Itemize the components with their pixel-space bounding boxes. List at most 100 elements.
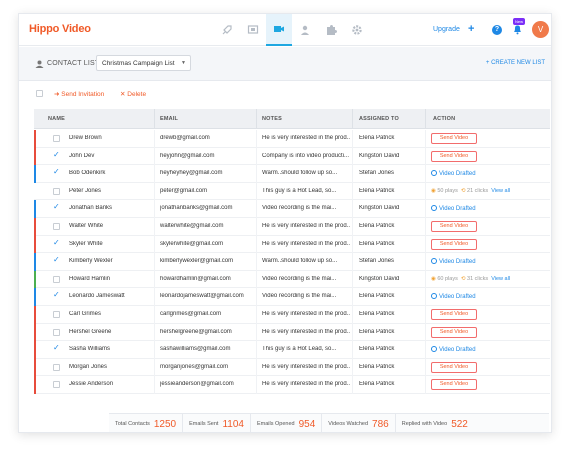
row-status-bar — [34, 147, 36, 166]
add-button[interactable]: + — [468, 23, 474, 35]
send-video-button[interactable]: Send Video — [431, 309, 477, 320]
list-header: CONTACT LIST Christmas Campaign List ▼ +… — [19, 47, 551, 81]
row-checkbox[interactable] — [53, 187, 60, 195]
contact-name: Jonathan Banks — [69, 205, 113, 212]
row-checkbox[interactable] — [53, 363, 60, 371]
bell-icon[interactable] — [513, 24, 522, 35]
table-row[interactable]: ✓ Jonathan Banks jonathanbanks@gmail.com Vi… — [34, 200, 550, 218]
row-checkbox[interactable] — [53, 311, 60, 318]
contact-notes[interactable]: Video recording is the mai... — [262, 276, 350, 282]
nav-screen[interactable] — [240, 14, 266, 46]
checkmark-icon[interactable]: ✓ — [53, 238, 60, 247]
contact-notes[interactable]: He is very interested in the prod... — [262, 311, 350, 317]
table-row[interactable]: ✓ Sasha Williams sashawilliams@gmail.com Th… — [34, 341, 550, 359]
table-row[interactable]: Drew Brown drewb@gmail.com He is very inte… — [34, 130, 550, 148]
cell-divider — [256, 165, 257, 183]
video-drafted-status[interactable]: Video Drafted — [431, 346, 476, 353]
table-row[interactable]: Morgan Jones morganjones@gmail.com He is v… — [34, 358, 550, 377]
column-header-assigned[interactable]: ASSIGNED TO — [359, 116, 399, 122]
contact-notes[interactable]: He is very interested in the prod... — [262, 223, 350, 229]
send-video-button[interactable]: Send Video — [431, 379, 477, 391]
row-checkbox[interactable] — [53, 223, 60, 230]
cell-divider — [256, 182, 257, 201]
contact-notes[interactable]: Company is into video producti... — [262, 153, 350, 159]
contact-notes[interactable]: Warm..should follow up so... — [262, 258, 350, 264]
checkmark-icon[interactable]: ✓ — [53, 203, 60, 211]
contact-notes[interactable]: He is very interested in the prod... — [262, 135, 350, 141]
stat-emails-opened: Emails Opened 954 — [251, 414, 323, 432]
column-header-email[interactable]: EMAIL — [160, 116, 178, 122]
contact-notes[interactable]: Video recording is the mai... — [262, 293, 350, 299]
row-checkbox[interactable] — [53, 381, 60, 389]
send-video-button[interactable]: Send Video — [431, 361, 477, 373]
checkmark-icon[interactable]: ✓ — [53, 344, 60, 352]
click-count: 21 clicks — [467, 187, 489, 194]
checkmark-icon[interactable]: ✓ — [53, 291, 60, 299]
contact-list-select[interactable]: Christmas Campaign List ▼ — [96, 55, 191, 71]
contact-notes[interactable]: He is very interested in the prod... — [262, 364, 350, 370]
avatar[interactable]: V — [532, 21, 549, 38]
row-checkbox[interactable] — [53, 328, 60, 336]
send-invitation-button[interactable]: ➜ Send Invitation — [54, 90, 104, 98]
table-row[interactable]: Hershel Greene hershelgreene@gmail.com He … — [34, 323, 550, 342]
view-all-link[interactable]: View all — [491, 276, 510, 282]
nav-settings[interactable] — [344, 14, 370, 46]
checkmark-icon[interactable]: ✓ — [53, 256, 60, 264]
contact-notes[interactable]: He is very interested in the prod... — [262, 329, 350, 335]
play-circle-icon — [431, 258, 437, 265]
stat-value: 1250 — [153, 418, 177, 430]
cell-divider — [425, 147, 426, 166]
row-checkbox[interactable] — [53, 275, 60, 283]
contact-notes[interactable]: Warm..should follow up so... — [262, 170, 350, 176]
video-drafted-status[interactable]: Video Drafted — [431, 205, 476, 212]
table-row[interactable]: Howard Hamlin howardhamlin@gmail.com Video… — [34, 270, 550, 289]
table-row[interactable]: Walter White walterwhite@gmail.com He is v… — [34, 218, 550, 236]
cell-divider — [425, 200, 426, 218]
contact-notes[interactable]: This guy is a Hot Lead, so... — [262, 346, 350, 352]
row-checkbox[interactable] — [53, 135, 60, 142]
click-count: 31 clicks — [467, 275, 489, 282]
nav-launch[interactable] — [214, 14, 240, 46]
contact-notes[interactable]: Video recording is the mai... — [262, 205, 350, 211]
checkmark-icon[interactable]: ✓ — [53, 168, 60, 176]
assigned-to: Kingston David — [359, 205, 400, 212]
hippo-video-logo[interactable]: Hippo Video — [29, 23, 91, 35]
delete-button[interactable]: ✕ Delete — [120, 90, 146, 98]
contact-notes[interactable]: This guy is a Hot Lead, so... — [262, 188, 350, 194]
send-video-button[interactable]: Send Video — [431, 133, 477, 144]
help-icon[interactable]: ? — [492, 25, 502, 35]
nav-integrations[interactable] — [318, 14, 344, 46]
video-drafted-status[interactable]: Video Drafted — [431, 170, 476, 177]
table-row[interactable]: Peter Jones peter@gmail.com This guy is a … — [34, 182, 550, 201]
table-row[interactable]: ✓ Leonardo Jameswatt leonardojameswatt@gma… — [34, 288, 550, 306]
table-row[interactable]: ✓ John Dev heyjohn@gmail.com Company is int… — [34, 147, 550, 166]
column-header-notes[interactable]: NOTES — [262, 116, 282, 122]
send-video-button[interactable]: Send Video — [431, 150, 477, 162]
send-video-button[interactable]: Send Video — [431, 221, 477, 232]
nav-video[interactable] — [266, 14, 292, 46]
table-row[interactable]: ✓ Skyler White skylerwhite@gmail.com He is … — [34, 235, 550, 254]
select-all-checkbox[interactable] — [36, 90, 43, 97]
table-row[interactable]: Carl Grimes carlgrimes@gmail.com He is ver… — [34, 306, 550, 324]
video-drafted-status[interactable]: Video Drafted — [431, 258, 476, 265]
cell-divider — [256, 130, 257, 148]
nav-contacts[interactable] — [292, 14, 318, 46]
video-drafted-status[interactable]: Video Drafted — [431, 293, 476, 300]
contact-notes[interactable]: He is very interested in the prod... — [262, 241, 350, 247]
column-header-name[interactable]: NAME — [48, 116, 65, 122]
create-new-list-button[interactable]: + CREATE NEW LIST — [486, 60, 545, 66]
cell-divider — [425, 323, 426, 342]
send-video-button[interactable]: Send Video — [431, 326, 477, 338]
stat-value: 954 — [298, 418, 316, 430]
table-row[interactable]: ✓ Kimberly Wexler kimberlywexler@gmail.com… — [34, 253, 550, 271]
stat-value: 1104 — [222, 418, 244, 430]
send-video-button[interactable]: Send Video — [431, 238, 477, 250]
cell-divider — [256, 358, 257, 377]
upgrade-link[interactable]: Upgrade — [433, 26, 460, 33]
checkmark-icon[interactable]: ✓ — [53, 150, 60, 159]
row-status-bar — [34, 323, 36, 342]
table-row[interactable]: Jessie Anderson jessieanderson@gmail.com H… — [34, 376, 550, 394]
contact-notes[interactable]: He is very interested in the prod... — [262, 381, 350, 387]
view-all-link[interactable]: View all — [491, 188, 510, 194]
table-row[interactable]: ✓ Bob Odenkirk heyheyhey@gmail.com Warm..sh… — [34, 165, 550, 183]
